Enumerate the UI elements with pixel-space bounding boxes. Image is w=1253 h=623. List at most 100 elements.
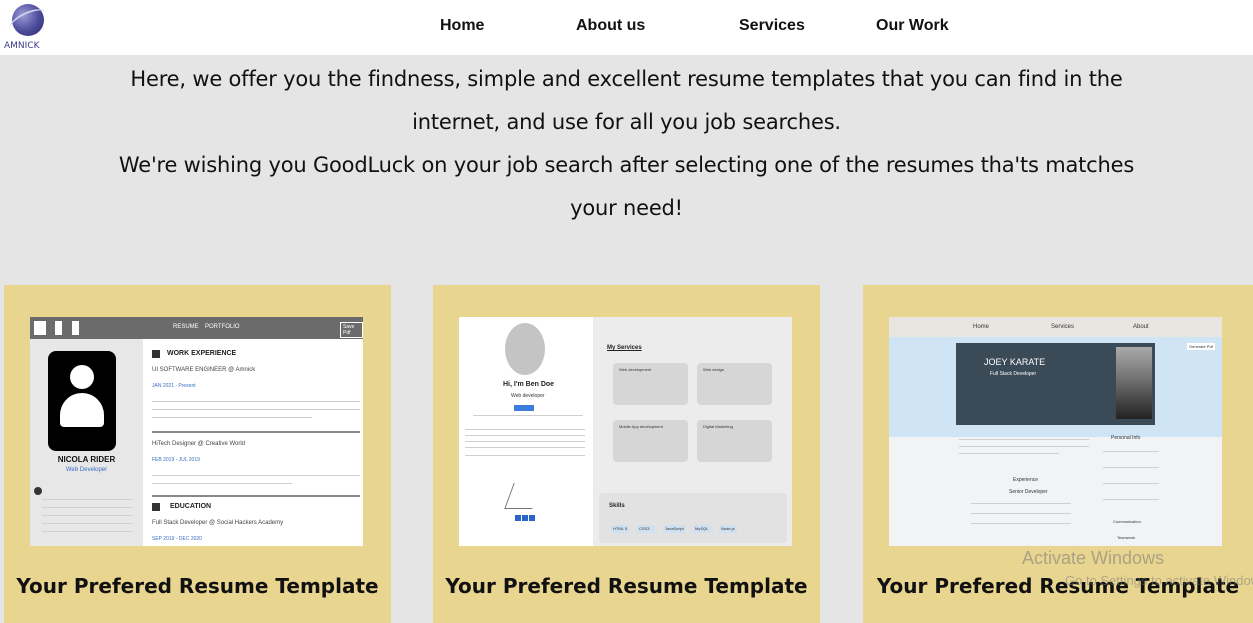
thumb-3-info-line [1103,499,1159,500]
thumb-1-work-heading: WORK EXPERIENCE [167,350,237,357]
resume-thumbnail-3[interactable]: Home Services About Generate Pdf JOEY KA… [889,317,1222,546]
thumb-3-nav-home: Home [973,324,990,330]
thumb-3-bio-line [959,446,1089,447]
thumb-2-skills-heading: Skills [609,503,625,509]
thumb-2-bio-line [465,441,585,442]
thumb-1-edu-icon [152,503,160,511]
thumb-3-personal-info: Personal Info [1111,435,1141,441]
thumb-3-teamwork: Teamwork [1117,535,1136,540]
thumb-1-header-bar: RESUME PORTFOLIO Save Pdf [30,317,363,339]
resume-thumbnail-1[interactable]: RESUME PORTFOLIO Save Pdf NICOLA RIDER W… [30,317,363,546]
intro-line-4: your need! [570,196,683,220]
thumb-3-experience: Experience [1013,477,1039,483]
thumb-1-edu-heading: EDUCATION [170,503,212,510]
thumb-2-avatar [505,323,545,375]
thumb-1-nav-portfolio: PORTFOLIO [205,324,240,330]
thumb-1-bio-line [42,507,132,508]
intro-text: Here, we offer you the findness, simple … [100,58,1153,230]
intro-line-1: Here, we offer you the findness, simple … [130,67,1123,91]
thumb-3-communication: Communication [1113,519,1141,524]
resume-template-card-1[interactable]: RESUME PORTFOLIO Save Pdf NICOLA RIDER W… [4,285,391,623]
thumb-2-bio-line [465,429,585,430]
card-2-title: Your Prefered Resume Template [445,574,808,598]
thumb-1-menu-icon [55,321,62,335]
thumb-1-bio-line [42,515,132,516]
intro-line-3: We're wishing you GoodLuck on your job s… [118,153,1135,177]
thumb-2-bio-line [465,435,585,436]
thumb-3-nav: Home Services About [889,317,1222,337]
thumb-2-service-card: Web development [613,363,688,405]
thumb-2-skills-box: Skills HTML 5 CSS3 JavaScript MySQL Node… [599,493,787,543]
intro-line-2: internet, and use for all you job search… [412,110,841,134]
thumb-2-skill: HTML 5 [613,526,628,531]
card-1-title: Your Prefered Resume Template [16,574,379,598]
thumb-1-avatar-head [70,365,94,389]
thumb-1-role: Web Developer [65,467,108,473]
thumb-2-role: Web developer [511,393,545,399]
thumb-1-divider [152,495,360,497]
thumb-3-text-line [971,523,1071,524]
thumb-2-name: Hi, I'm Ben Doe [503,381,555,388]
amnick-logo[interactable]: AMNICK [4,4,50,52]
thumb-2-service-1: Web development [619,367,652,372]
thumb-1-logo-icon [34,321,46,335]
top-navbar: AMNICK Home About us Services Our Work [0,0,1253,55]
thumb-1-text-line [152,483,292,484]
thumb-3-photo [1116,347,1152,419]
thumb-1-bio-line [42,531,132,532]
thumb-2-bio-line [465,447,585,448]
thumb-3-info-line [1103,451,1159,452]
thumb-2-bio-line [465,455,585,456]
thumb-1-user-icon [34,487,42,495]
thumb-1-save-button: Save Pdf [340,322,363,338]
thumb-2-service-4: Digital Marketing [703,424,733,429]
nav-services-link[interactable]: Services [739,17,805,35]
thumb-1-name: NICOLA RIDER [57,455,116,464]
activate-windows-subtitle: Go to Settings to activate Windows. [1065,573,1253,588]
thumb-2-skill-tag: CSS3 [637,525,655,533]
resume-template-card-2[interactable]: Hi, I'm Ben Doe Web developer My Service… [433,285,820,623]
thumb-2-service-card: Mobile App development [613,420,688,462]
thumb-1-text-line [152,401,360,402]
thumb-2-facebook-icon [529,515,535,521]
thumb-1-edu-1: Full Stack Developer @ Social Hackers Ac… [152,520,284,526]
thumb-1-work-icon [152,350,160,358]
thumb-2-contact-button [514,405,534,411]
thumb-3-nav-about: About [1133,324,1149,330]
thumb-3-nav-services: Services [1051,324,1075,330]
thumb-2-skill: Node.js [721,526,735,531]
thumb-2-skill: CSS3 [639,526,650,531]
thumb-1-job-2: HiTech Designer @ Creative World [152,441,246,447]
thumb-1-text-line [152,475,360,476]
thumb-3-text-line [971,503,1071,504]
thumb-1-job-2-date: FEB 2019 - JUL 2019 [152,457,200,463]
thumb-3-bio-line [959,439,1089,440]
thumb-1-avatar-body [60,393,104,427]
thumb-2-skill-tag: MySQL [693,525,711,533]
thumb-2-skill-tag: Node.js [719,525,737,533]
thumb-2-contact-line [473,415,583,416]
nav-about-link[interactable]: About us [576,17,645,35]
thumb-3-hero: JOEY KARATE Full Stack Developer [956,343,1155,425]
thumb-1-edu-1-date: SEP 2019 - DEC 2020 [152,536,202,542]
thumb-2-services-panel: My Services Web development Web design M… [593,317,792,546]
thumb-1-bio-line [42,523,132,524]
thumb-1-bio-line [42,499,132,500]
nav-home-link[interactable]: Home [440,17,484,35]
thumb-2-service-2: Web design [703,367,725,372]
thumb-2-services-heading: My Services [607,345,642,351]
nav-our-work-link[interactable]: Our Work [876,17,949,35]
thumb-2-linkedin-icon [515,515,521,521]
thumb-3-role: Full Stack Developer [990,371,1037,377]
thumb-2-service-3: Mobile App development [619,424,663,429]
thumb-1-job-1: UI SOFTWARE ENGINEER @ Amnick [152,367,256,373]
thumb-3-text-line [971,513,1071,514]
thumb-2-skill: MySQL [695,526,709,531]
thumb-3-bio-line [959,453,1059,454]
thumb-3-info-line [1103,467,1159,468]
thumb-2-skill-tag: HTML 5 [611,525,629,533]
thumb-1-menu-icon [72,321,79,335]
thumb-1-text-line [152,409,360,410]
thumb-1-divider [152,431,360,433]
resume-thumbnail-2[interactable]: Hi, I'm Ben Doe Web developer My Service… [459,317,792,546]
